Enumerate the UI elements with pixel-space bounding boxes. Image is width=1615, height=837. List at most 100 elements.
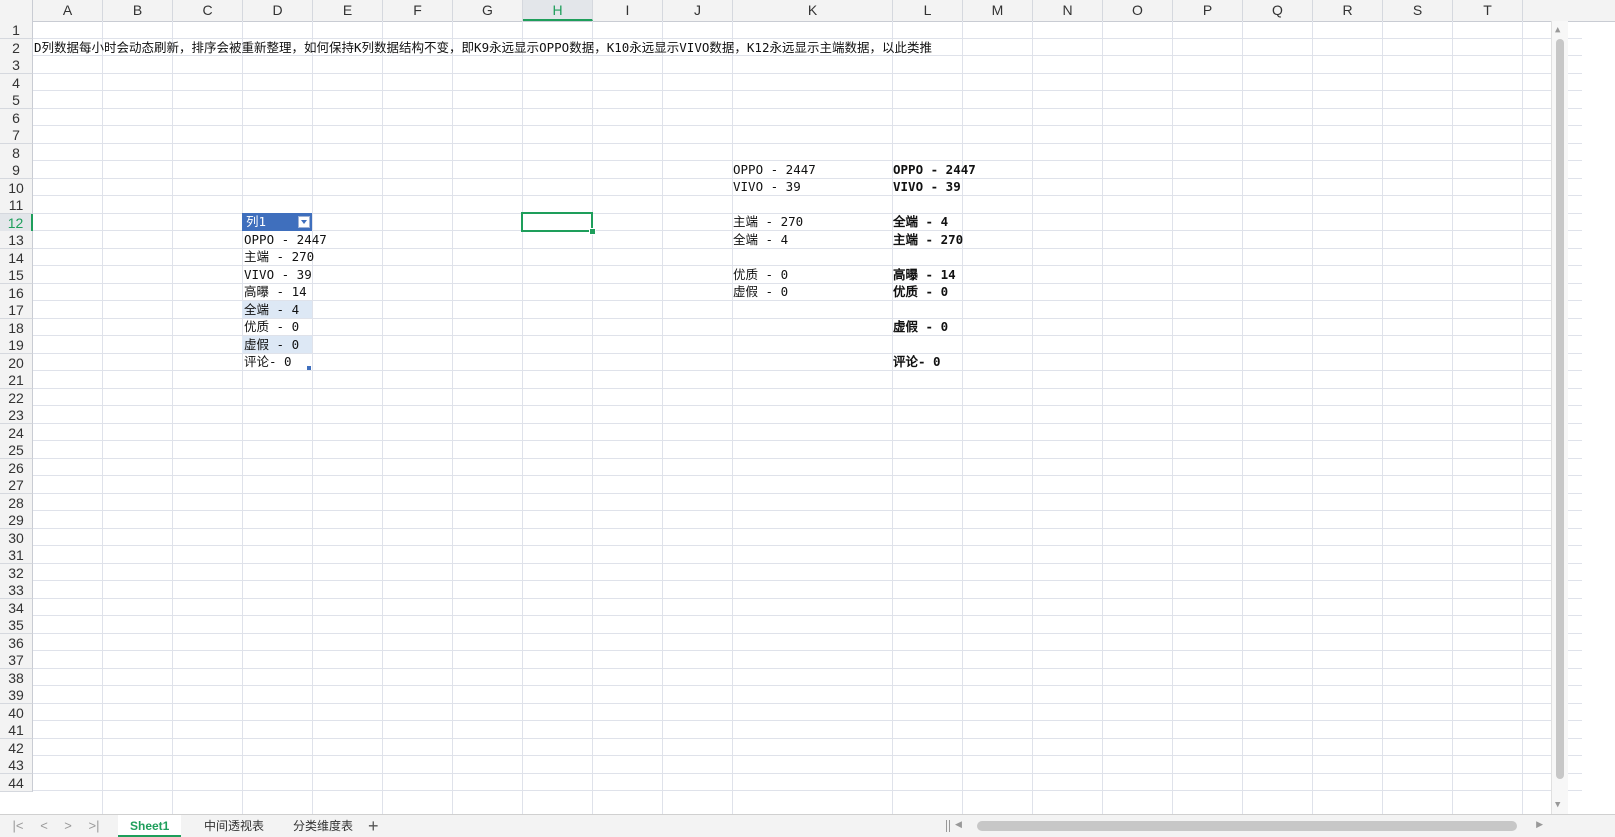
column-header-i[interactable]: I xyxy=(593,0,663,21)
note-cell-a2[interactable]: D列数据每小时会动态刷新，排序会被重新整理，如何保持K列数据结构不变，即K9永远… xyxy=(34,39,932,57)
row-header-25[interactable]: 25 xyxy=(0,441,33,459)
cell-k13[interactable]: 全端 - 4 xyxy=(733,231,788,249)
cell-k15[interactable]: 优质 - 0 xyxy=(733,266,788,284)
row-header-39[interactable]: 39 xyxy=(0,686,33,704)
column-header-d[interactable]: D xyxy=(243,0,313,21)
column-header-s[interactable]: S xyxy=(1383,0,1453,21)
vertical-scroll-thumb[interactable] xyxy=(1556,39,1564,779)
row-header-10[interactable]: 10 xyxy=(0,178,33,197)
first-sheet-icon[interactable]: |< xyxy=(8,817,28,835)
table-resize-handle[interactable] xyxy=(307,366,311,370)
next-sheet-icon[interactable]: > xyxy=(58,817,78,835)
prev-sheet-icon[interactable]: < xyxy=(34,817,54,835)
last-sheet-icon[interactable]: >| xyxy=(84,817,104,835)
scroll-down-icon[interactable]: ▼ xyxy=(1555,800,1560,810)
row-header-22[interactable]: 22 xyxy=(0,388,33,407)
row-header-29[interactable]: 29 xyxy=(0,511,33,529)
row-header-38[interactable]: 38 xyxy=(0,668,33,687)
row-header-37[interactable]: 37 xyxy=(0,651,33,669)
row-header-23[interactable]: 23 xyxy=(0,406,33,424)
row-header-19[interactable]: 19 xyxy=(0,336,33,354)
row-header-20[interactable]: 20 xyxy=(0,353,33,372)
row-header-43[interactable]: 43 xyxy=(0,756,33,774)
active-cell-selection[interactable] xyxy=(521,212,593,232)
cell-l13[interactable]: 主端 - 270 xyxy=(893,231,963,249)
scroll-up-icon[interactable]: ▲ xyxy=(1555,25,1560,35)
cell-l10[interactable]: VIVO - 39 xyxy=(893,178,961,196)
row-header-36[interactable]: 36 xyxy=(0,633,33,652)
row-header-28[interactable]: 28 xyxy=(0,493,33,512)
tab-split-handle[interactable] xyxy=(946,820,950,832)
spreadsheet-grid[interactable]: ABCDEFGHIJKLMNOPQRST 1 2 3 4 5 6 7 8 9 10 11 12 13 14… xyxy=(0,0,1615,814)
table-row[interactable]: 全端 - 4 xyxy=(244,301,299,319)
row-header-33[interactable]: 33 xyxy=(0,581,33,599)
column-header-n[interactable]: N xyxy=(1033,0,1103,21)
horizontal-scrollbar[interactable]: ◀ ▶ xyxy=(955,819,1567,833)
cell-k16[interactable]: 虚假 - 0 xyxy=(733,283,788,301)
row-header-27[interactable]: 27 xyxy=(0,476,33,494)
cell-l18[interactable]: 虚假 - 0 xyxy=(893,318,948,336)
column-header-t[interactable]: T xyxy=(1453,0,1523,21)
tab-sheet1[interactable]: Sheet1 xyxy=(118,815,182,837)
row-header-42[interactable]: 42 xyxy=(0,738,33,757)
column-header-g[interactable]: G xyxy=(453,0,523,21)
row-header-17[interactable]: 17 xyxy=(0,301,33,319)
horizontal-scroll-thumb[interactable] xyxy=(977,821,1517,831)
row-header-4[interactable]: 4 xyxy=(0,73,33,92)
cell-l20[interactable]: 评论- 0 xyxy=(893,353,941,371)
table-row[interactable]: 虚假 - 0 xyxy=(244,336,299,354)
column-header-q[interactable]: Q xyxy=(1243,0,1313,21)
row-header-40[interactable]: 40 xyxy=(0,703,33,722)
row-header-9[interactable]: 9 xyxy=(0,161,33,179)
row-header-3[interactable]: 3 xyxy=(0,56,33,74)
cell-k10[interactable]: VIVO - 39 xyxy=(733,178,801,196)
row-header-15[interactable]: 15 xyxy=(0,266,33,284)
row-header-34[interactable]: 34 xyxy=(0,598,33,617)
column-header-j[interactable]: J xyxy=(663,0,733,21)
row-header-7[interactable]: 7 xyxy=(0,126,33,144)
row-header-8[interactable]: 8 xyxy=(0,143,33,162)
row-header-12[interactable]: 12 xyxy=(0,213,33,232)
cell-l12[interactable]: 全端 - 4 xyxy=(893,213,948,231)
table-row[interactable]: VIVO - 39 xyxy=(244,266,312,284)
cell-l16[interactable]: 优质 - 0 xyxy=(893,283,948,301)
column-header-k[interactable]: K xyxy=(733,0,893,21)
fill-handle[interactable] xyxy=(589,228,596,235)
cell-l15[interactable]: 高曝 - 14 xyxy=(893,266,956,284)
row-header-32[interactable]: 32 xyxy=(0,563,33,582)
cell-l9[interactable]: OPPO - 2447 xyxy=(893,161,976,179)
scroll-right-icon[interactable]: ▶ xyxy=(1536,819,1543,830)
row-header-21[interactable]: 21 xyxy=(0,371,33,389)
column-header-h[interactable]: H xyxy=(523,0,593,21)
row-header-41[interactable]: 41 xyxy=(0,721,33,739)
tab-pivot[interactable]: 中间透视表 xyxy=(192,815,276,837)
row-header-35[interactable]: 35 xyxy=(0,616,33,634)
table-row[interactable]: OPPO - 2447 xyxy=(244,231,327,249)
table-header-cell[interactable]: 列1 xyxy=(242,213,312,231)
column-header-l[interactable]: L xyxy=(893,0,963,21)
add-sheet-button[interactable]: + xyxy=(368,815,379,837)
row-header-31[interactable]: 31 xyxy=(0,546,33,564)
table-row[interactable]: 主端 - 270 xyxy=(244,248,314,266)
column-header-p[interactable]: P xyxy=(1173,0,1243,21)
row-header-16[interactable]: 16 xyxy=(0,283,33,302)
tab-category[interactable]: 分类维度表 xyxy=(281,815,365,837)
cell-k12[interactable]: 主端 - 270 xyxy=(733,213,803,231)
row-header-6[interactable]: 6 xyxy=(0,108,33,127)
column-header-m[interactable]: M xyxy=(963,0,1033,21)
column-header-c[interactable]: C xyxy=(173,0,243,21)
row-header-14[interactable]: 14 xyxy=(0,248,33,267)
column-header-a[interactable]: A xyxy=(33,0,103,21)
row-header-13[interactable]: 13 xyxy=(0,231,33,249)
table-row[interactable]: 高曝 - 14 xyxy=(244,283,307,301)
row-header-24[interactable]: 24 xyxy=(0,423,33,442)
row-header-26[interactable]: 26 xyxy=(0,458,33,477)
row-header-18[interactable]: 18 xyxy=(0,318,33,337)
scroll-left-icon[interactable]: ◀ xyxy=(955,819,962,830)
row-header-30[interactable]: 30 xyxy=(0,528,33,547)
row-header-1[interactable]: 1 xyxy=(0,21,33,39)
column-header-f[interactable]: F xyxy=(383,0,453,21)
row-header-2[interactable]: 2 xyxy=(0,38,33,57)
column-header-e[interactable]: E xyxy=(313,0,383,21)
table-row[interactable]: 优质 - 0 xyxy=(244,318,299,336)
